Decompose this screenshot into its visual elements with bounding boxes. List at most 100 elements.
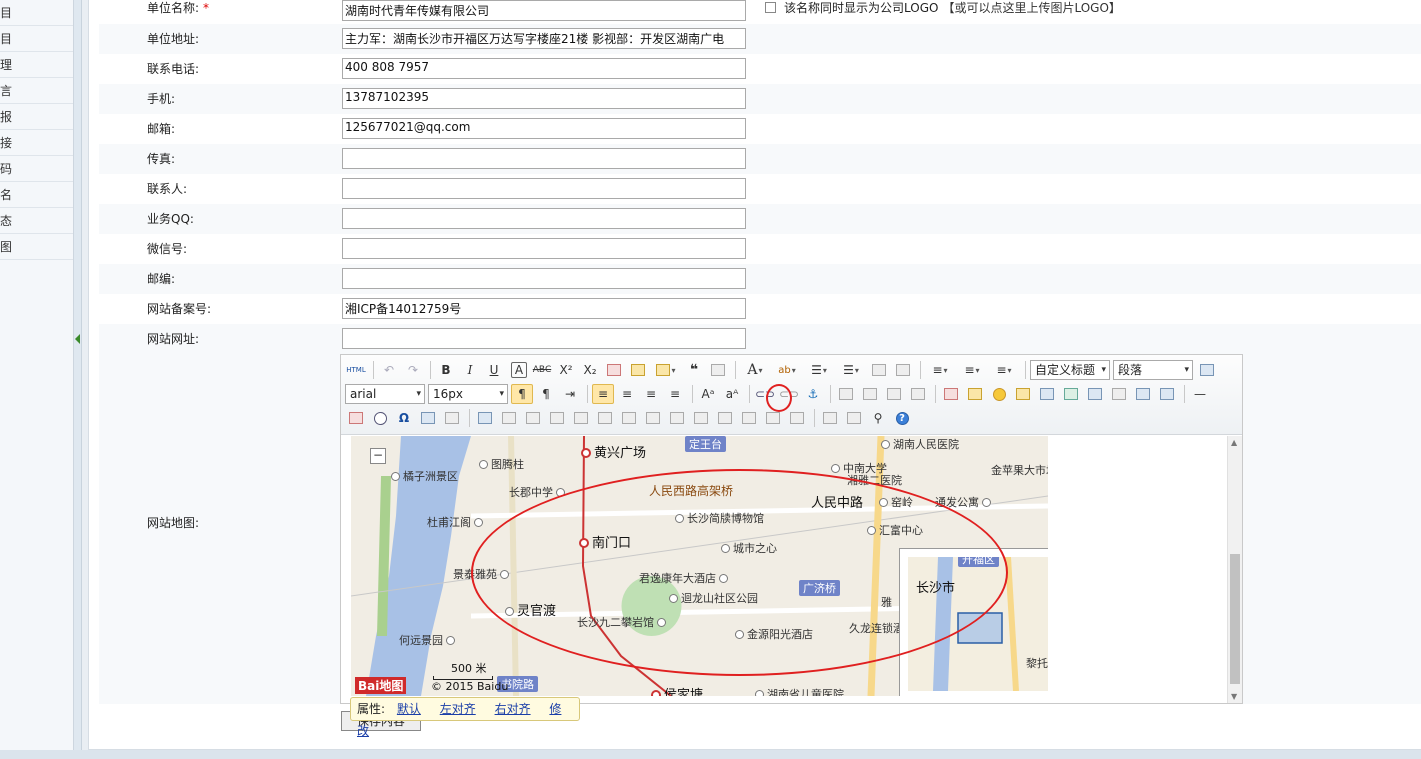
merge-right-icon[interactable] (666, 408, 688, 428)
redo-button[interactable]: ↷ (402, 360, 424, 380)
split-cells-icon[interactable] (714, 408, 736, 428)
website-input[interactable] (342, 328, 746, 349)
zipcode-input[interactable] (342, 268, 746, 289)
chart-icon[interactable] (786, 408, 808, 428)
unordered-list-icon[interactable]: ☰ (836, 360, 866, 380)
ltr-direction-icon[interactable]: ¶ (511, 384, 533, 404)
preview-icon[interactable] (1196, 360, 1218, 380)
attachment-icon[interactable] (1036, 384, 1058, 404)
search-replace-icon[interactable]: ⚲ (867, 408, 889, 428)
to-uppercase-icon[interactable]: Aᵃ (697, 384, 719, 404)
sidebar-item[interactable]: 言 (0, 78, 73, 104)
horizontal-rule-icon[interactable]: — (1189, 384, 1211, 404)
email-input[interactable]: 125677021@qq.com (342, 118, 746, 139)
wordimage-icon[interactable] (417, 408, 439, 428)
sidebar-item[interactable]: 目 (0, 26, 73, 52)
italic-button[interactable]: I (459, 360, 481, 380)
align-justify-icon[interactable]: ≡ (664, 384, 686, 404)
underline-button[interactable]: U (483, 360, 505, 380)
merge-cells-icon[interactable] (642, 408, 664, 428)
subscript-button[interactable]: X₂ (579, 360, 601, 380)
insert-table-icon[interactable] (474, 408, 496, 428)
superscript-button[interactable]: X² (555, 360, 577, 380)
fax-input[interactable] (342, 148, 746, 169)
rtl-direction-icon[interactable]: ¶ (535, 384, 557, 404)
prop-align-right-link[interactable]: 右对齐 (495, 702, 531, 716)
format-brush-icon[interactable] (627, 360, 649, 380)
sidebar-collapse-bar[interactable] (74, 0, 82, 759)
date-icon[interactable] (345, 408, 367, 428)
baidu-map-image[interactable]: − 黄兴广场 定王台 湖南人民医院 橘子洲景区 图腾柱 中南大学 湘雅二医院 金… (351, 436, 1048, 696)
to-lowercase-icon[interactable]: aᴬ (721, 384, 743, 404)
zoom-out-button[interactable]: − (370, 448, 386, 464)
insert-paragraph-before-table-icon[interactable] (522, 408, 544, 428)
time-icon[interactable] (369, 408, 391, 428)
template-icon[interactable] (1132, 384, 1154, 404)
print-icon[interactable] (819, 408, 841, 428)
sidebar-item[interactable]: 报 (0, 104, 73, 130)
scrawl-icon[interactable] (1012, 384, 1034, 404)
editor-content-area[interactable]: − 黄兴广场 定王台 湖南人民医院 橘子洲景区 图腾柱 中南大学 湘雅二医院 金… (341, 436, 1227, 703)
scroll-down-icon[interactable]: ▼ (1231, 692, 1237, 701)
font-family-select[interactable]: arial (345, 384, 425, 404)
insert-image-icon[interactable] (1060, 384, 1082, 404)
prop-align-left-link[interactable]: 左对齐 (440, 702, 476, 716)
image-center-icon[interactable] (907, 384, 929, 404)
delete-row-icon[interactable] (570, 408, 592, 428)
emotion-icon[interactable] (988, 384, 1010, 404)
eraser-icon[interactable] (603, 360, 625, 380)
delete-table-icon[interactable] (498, 408, 520, 428)
sidebar-item[interactable]: 码 (0, 156, 73, 182)
image-right-icon[interactable] (883, 384, 905, 404)
auto-format-icon[interactable] (651, 360, 681, 380)
collapse-arrow-icon[interactable] (75, 334, 80, 344)
paragraph-select[interactable]: 段落 (1113, 360, 1193, 380)
anchor-icon[interactable]: ⚓ (802, 384, 824, 404)
sidebar-item[interactable]: 图 (0, 234, 73, 260)
custom-heading-select[interactable]: 自定义标题 (1030, 360, 1110, 380)
bold-button[interactable]: B (435, 360, 457, 380)
scroll-up-icon[interactable]: ▲ (1231, 438, 1237, 447)
row-spacing-top-icon[interactable]: ≡ (925, 360, 955, 380)
sidebar-item[interactable]: 名 (0, 182, 73, 208)
image-none-icon[interactable] (835, 384, 857, 404)
wechat-input[interactable] (342, 238, 746, 259)
paste-plain-icon[interactable] (707, 360, 729, 380)
clear-doc-icon[interactable] (892, 360, 914, 380)
prop-default-link[interactable]: 默认 (397, 702, 421, 716)
simple-upload-icon[interactable] (940, 384, 962, 404)
strikethrough-button[interactable]: ABC (531, 360, 553, 380)
align-right-icon[interactable]: ≡ (640, 384, 662, 404)
insert-row-icon[interactable] (546, 408, 568, 428)
align-center-icon[interactable]: ≡ (616, 384, 638, 404)
company-name-input[interactable]: 湖南时代青年传媒有限公司 (342, 0, 746, 21)
merge-down-icon[interactable] (690, 408, 712, 428)
preview-search-icon[interactable] (843, 408, 865, 428)
logo-checkbox[interactable] (765, 2, 776, 13)
line-height-icon[interactable]: ≡ (989, 360, 1019, 380)
background-color-button[interactable]: ab (772, 360, 802, 380)
insert-col-icon[interactable] (594, 408, 616, 428)
sidebar-item[interactable]: 态 (0, 208, 73, 234)
font-border-button[interactable]: A (511, 362, 527, 378)
blockquote-icon[interactable]: ❝ (683, 360, 705, 380)
undo-button[interactable]: ↶ (378, 360, 400, 380)
address-input[interactable]: 主力军：湖南长沙市开福区万达写字楼座21楼 影视部：开发区湖南广电 (342, 28, 746, 49)
print-preview-icon[interactable] (441, 408, 463, 428)
sidebar-item[interactable]: 接 (0, 130, 73, 156)
html-source-button[interactable]: HTML (345, 360, 367, 380)
map-icon[interactable] (1084, 384, 1106, 404)
indent-icon[interactable]: ⇥ (559, 384, 581, 404)
editor-scrollbar[interactable]: ▲ ▼ (1227, 436, 1242, 703)
icp-input[interactable]: 湘ICP备14012759号 (342, 298, 746, 319)
split-rows-icon[interactable] (738, 408, 760, 428)
contact-input[interactable] (342, 178, 746, 199)
image-left-icon[interactable] (859, 384, 881, 404)
align-left-icon[interactable]: ≡ (592, 384, 614, 404)
mobile-input[interactable]: 13787102395 (342, 88, 746, 109)
background-icon[interactable] (1156, 384, 1178, 404)
help-icon[interactable]: ? (891, 408, 913, 428)
sidebar-item[interactable]: 目 (0, 0, 73, 26)
upload-logo-link[interactable]: 【或可以点这里上传图片LOGO】 (942, 1, 1120, 15)
font-size-select[interactable]: 16px (428, 384, 508, 404)
